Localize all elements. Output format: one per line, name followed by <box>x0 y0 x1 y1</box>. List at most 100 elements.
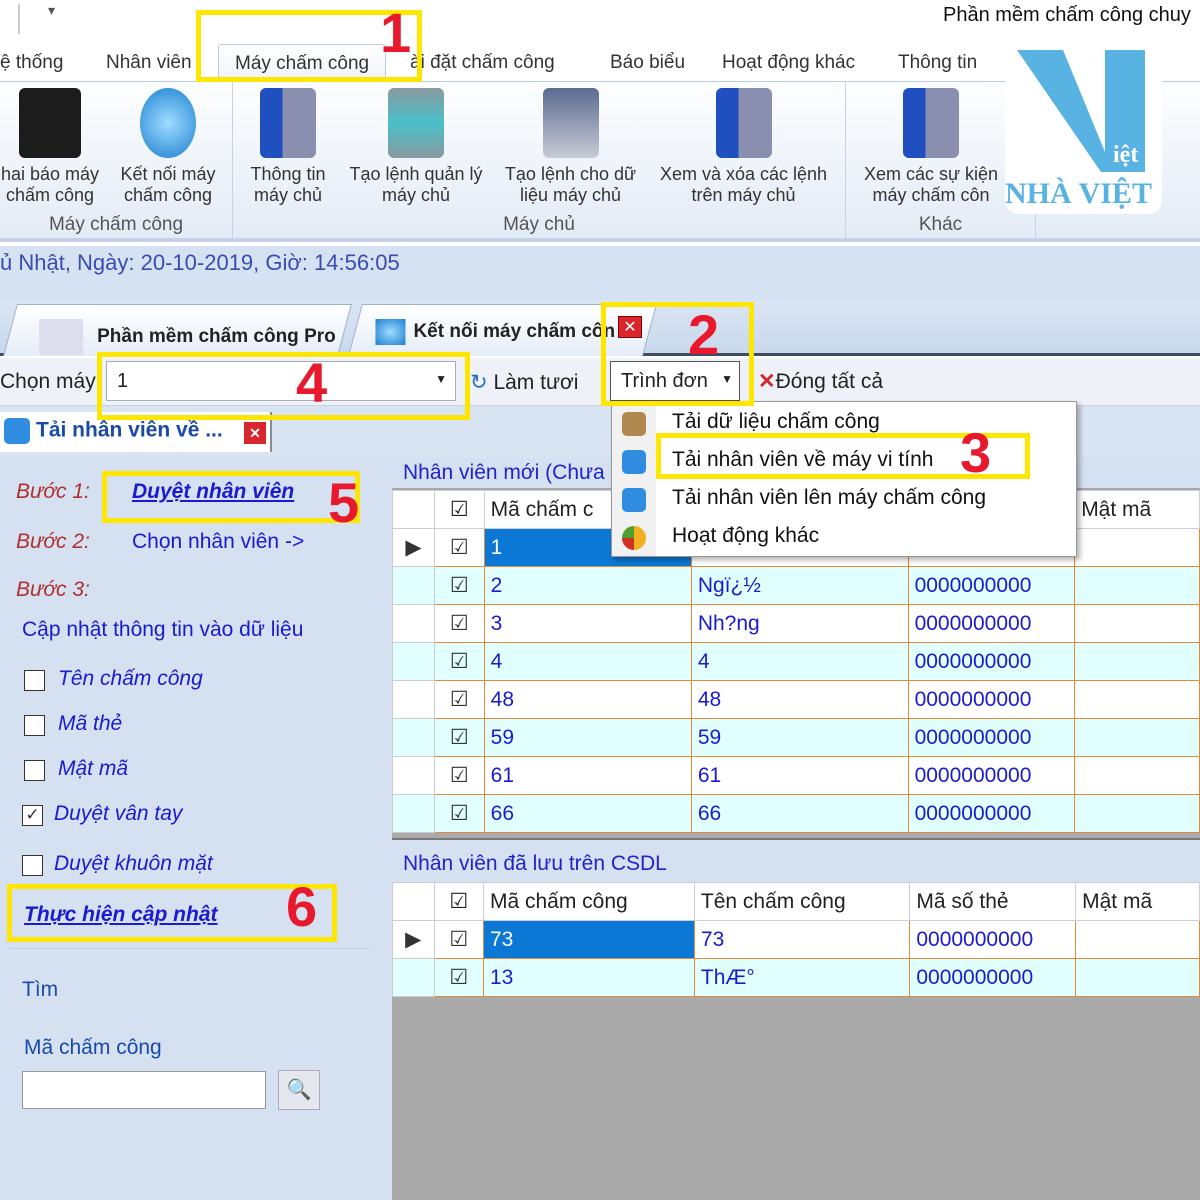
checkbox-checked[interactable]: ✓ <box>22 805 43 826</box>
view-events-button[interactable]: Xem các sự kiện máy chấm côn <box>856 88 1006 206</box>
tab-bao-bieu[interactable]: Báo biểu <box>610 52 685 74</box>
row-checkbox[interactable]: ☑ <box>433 604 485 643</box>
server-info-icon <box>260 88 316 158</box>
table-row[interactable]: ☑ 3 Nh?ng 0000000000 <box>392 604 1200 643</box>
connect-machine-button[interactable]: Kết nối máy chấm công <box>110 88 226 206</box>
divider <box>18 4 20 34</box>
cell[interactable]: ThÆ° <box>693 958 911 997</box>
view-delete-commands-button[interactable]: Xem và xóa các lệnh trên máy chủ <box>651 88 836 206</box>
cell[interactable] <box>1074 756 1200 795</box>
select-all-checkbox[interactable]: ☑ <box>433 490 485 529</box>
table-row[interactable]: ☑ 66 66 0000000000 <box>392 794 1200 833</box>
column-header[interactable]: Tên chấm công <box>693 882 911 921</box>
table-row[interactable]: ☑ 48 48 0000000000 <box>392 680 1200 719</box>
quick-access-dropdown[interactable]: ▾ <box>48 2 55 19</box>
cell[interactable]: 2 <box>483 566 692 605</box>
row-checkbox[interactable]: ☑ <box>433 528 485 567</box>
button-label: Thông tin <box>250 164 326 184</box>
annotation-number-1: 1 <box>380 1 412 64</box>
row-checkbox[interactable]: ☑ <box>433 958 484 997</box>
cell[interactable] <box>1074 718 1200 757</box>
checkbox[interactable] <box>24 760 45 781</box>
upload-users-icon <box>622 488 646 512</box>
row-checkbox[interactable]: ☑ <box>433 680 485 719</box>
cell[interactable] <box>1074 604 1200 643</box>
close-subtab-icon[interactable]: ✕ <box>244 422 266 444</box>
cell[interactable]: 3 <box>483 604 692 643</box>
cell[interactable] <box>1074 528 1200 567</box>
cell[interactable]: Nh?ng <box>690 604 909 643</box>
server-info-button[interactable]: Thông tin máy chủ <box>243 88 333 206</box>
create-admin-command-button[interactable]: Tạo lệnh quản lý máy chủ <box>341 88 491 206</box>
table-row[interactable]: ☑ 13 ThÆ° 0000000000 <box>392 958 1200 997</box>
row-checkbox[interactable]: ☑ <box>433 642 485 681</box>
refresh-button[interactable]: ↻ Làm tươi <box>470 370 578 395</box>
cell[interactable]: 4 <box>690 642 909 681</box>
cell[interactable]: 0000000000 <box>907 566 1076 605</box>
close-all-button[interactable]: ✕Đóng tất cả <box>758 369 883 394</box>
cell[interactable]: 0000000000 <box>909 920 1077 959</box>
server-info-icon <box>903 88 959 158</box>
cell[interactable] <box>1074 680 1200 719</box>
tab-hoat-dong-khac[interactable]: Hoạt động khác <box>722 52 855 74</box>
cell[interactable]: 73 <box>482 920 695 959</box>
row-checkbox[interactable]: ☑ <box>433 920 484 959</box>
doc-tab-main[interactable]: Phần mềm chấm công Pro <box>3 304 352 356</box>
row-checkbox[interactable]: ☑ <box>433 718 485 757</box>
tab-nhan-vien[interactable]: Nhân viên <box>106 52 192 74</box>
create-data-command-button[interactable]: Tạo lệnh cho dữ liệu máy chủ <box>498 88 643 206</box>
cell[interactable]: 0000000000 <box>907 794 1076 833</box>
cell[interactable]: 48 <box>483 680 692 719</box>
cell[interactable]: 0000000000 <box>909 958 1077 997</box>
declare-machine-button[interactable]: hai báo máy chấm công <box>0 88 110 206</box>
table-row[interactable]: ☑ 2 Ngï¿½ 0000000000 <box>392 566 1200 605</box>
tab-label: Kết nối máy chấm côn <box>413 321 616 343</box>
tab-cai-dat-cham-cong[interactable]: ài đặt chấm công <box>410 52 555 74</box>
tab-thong-tin[interactable]: Thông tin <box>898 52 977 74</box>
cell[interactable]: 66 <box>690 794 909 833</box>
checkbox[interactable] <box>24 670 45 691</box>
row-header <box>392 882 435 921</box>
cell[interactable]: Ngï¿½ <box>690 566 909 605</box>
row-checkbox[interactable]: ☑ <box>433 756 485 795</box>
button-label: Xem và xóa các lệnh <box>659 164 828 184</box>
cell[interactable] <box>1074 566 1200 605</box>
cell[interactable]: 0000000000 <box>907 756 1076 795</box>
cell[interactable]: 0000000000 <box>907 604 1076 643</box>
row-checkbox[interactable]: ☑ <box>433 794 485 833</box>
cell[interactable]: 61 <box>690 756 909 795</box>
cell[interactable] <box>1075 920 1200 959</box>
cell[interactable]: 4 <box>483 642 692 681</box>
cell[interactable] <box>1074 642 1200 681</box>
cell[interactable]: 73 <box>693 920 911 959</box>
code-search-input[interactable] <box>22 1071 266 1109</box>
checkbox[interactable] <box>22 855 43 876</box>
cell[interactable]: 59 <box>483 718 692 757</box>
table-row[interactable]: ☑ 59 59 0000000000 <box>392 718 1200 757</box>
cell[interactable]: 61 <box>483 756 692 795</box>
cell[interactable] <box>1075 958 1200 997</box>
cell[interactable]: 0000000000 <box>907 680 1076 719</box>
search-button[interactable]: 🔍 <box>278 1070 320 1110</box>
checkbox[interactable] <box>24 715 45 736</box>
cell[interactable]: 0000000000 <box>907 718 1076 757</box>
table-row[interactable]: ☑ 61 61 0000000000 <box>392 756 1200 795</box>
cell[interactable]: 66 <box>483 794 692 833</box>
cell[interactable]: 59 <box>690 718 909 757</box>
table-row[interactable]: ☑ 4 4 0000000000 <box>392 642 1200 681</box>
cell[interactable]: 13 <box>482 958 695 997</box>
close-all-label: Đóng tất cả <box>775 370 884 393</box>
column-header[interactable]: Mã chấm công <box>482 882 695 921</box>
table-row[interactable]: ▶ ☑ 73 73 0000000000 <box>392 920 1200 959</box>
column-header[interactable]: Mã số thẻ <box>909 882 1077 921</box>
row-checkbox[interactable]: ☑ <box>433 566 485 605</box>
saved-employees-grid: ☑ Mã chấm công Tên chấm công Mã số thẻ Mật m… <box>392 882 1200 997</box>
tab-he-thong[interactable]: ệ thống <box>0 52 63 74</box>
cell[interactable]: 48 <box>690 680 909 719</box>
select-all-checkbox[interactable]: ☑ <box>433 882 484 921</box>
cell[interactable] <box>1074 794 1200 833</box>
column-header[interactable]: Mật mã <box>1075 882 1200 921</box>
column-header[interactable]: Mật mã <box>1074 490 1200 529</box>
cell[interactable]: 0000000000 <box>907 642 1076 681</box>
select-employees-link[interactable]: Chọn nhân viên -> <box>132 530 304 554</box>
